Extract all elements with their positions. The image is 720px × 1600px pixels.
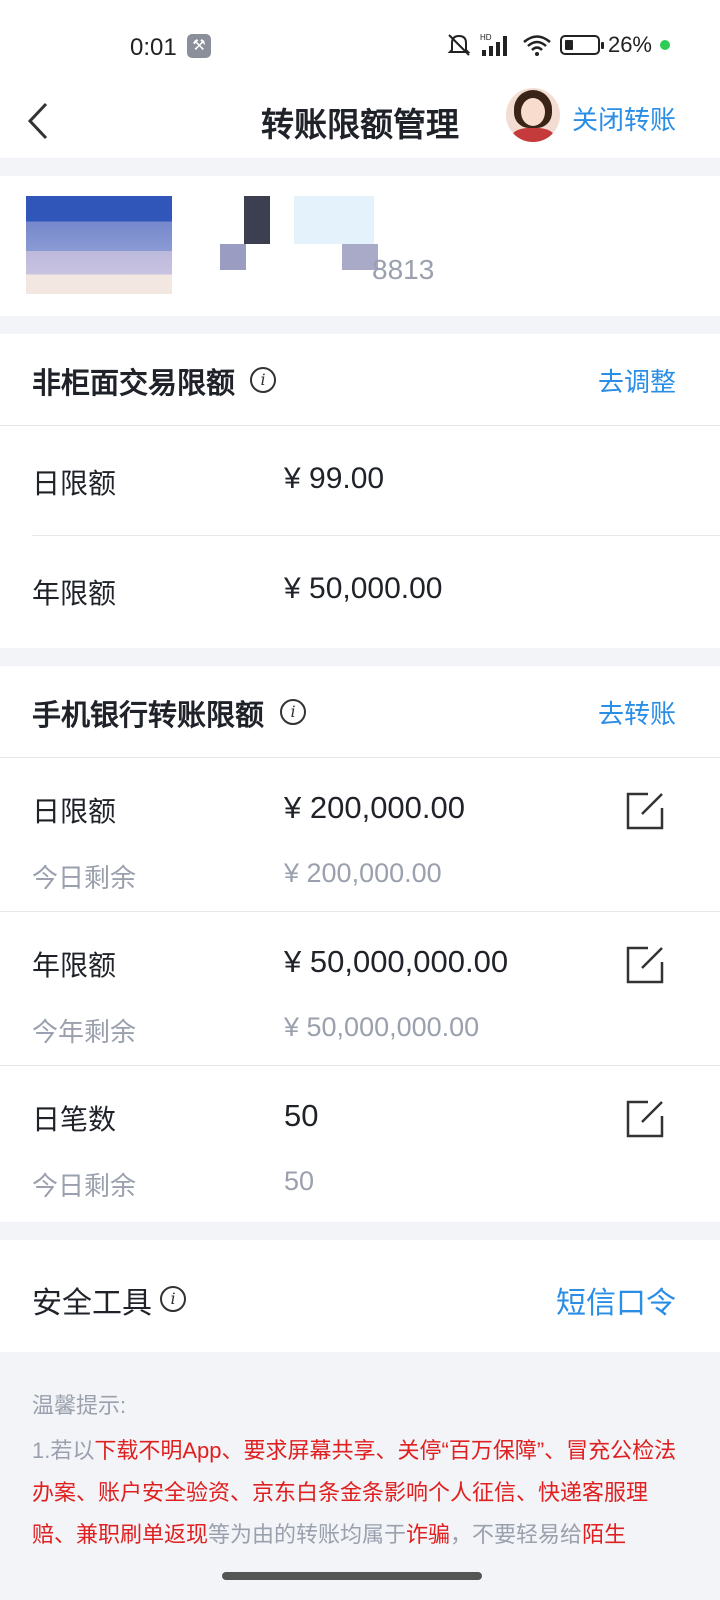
row-remaining-label: 今日剩余 (32, 863, 137, 893)
wifi-icon (523, 35, 551, 56)
row-remaining-label: 今日剩余 (32, 1171, 137, 1201)
mobile-yearly-row: 年限额 ¥ 50,000,000.00 今年剩余 ¥ 50,000,000.00 (0, 912, 720, 1066)
info-icon[interactable]: i (250, 367, 276, 393)
fraud-word: 诈骗 (406, 1522, 451, 1547)
bank-logo-blurred (26, 196, 172, 294)
row-remaining-value: ¥ 200,000.00 (284, 858, 442, 888)
row-value: 50 (284, 1098, 319, 1133)
status-bar: 0:01 ⚒ HD 26% (0, 0, 720, 88)
row-label: 年限额 (32, 950, 117, 981)
security-tools-title: 安全工具 (32, 1287, 152, 1320)
account-name-blurred (244, 196, 270, 244)
signal-icon: HD (480, 33, 507, 56)
tips-body: 1.若以下载不明App、要求屏幕共享、关停“百万保障”、冒充公检法办案、账户安全… (32, 1438, 677, 1547)
close-transfer-link[interactable]: 关闭转账 (572, 100, 676, 137)
wrench-icon: ⚒ (187, 34, 211, 58)
nav-bar: 转账限额管理 关闭转账 (0, 88, 720, 158)
sms-password-link[interactable]: 短信口令 (556, 1278, 676, 1322)
row-remaining-value: 50 (284, 1166, 315, 1196)
account-number-tail: 8813 (372, 254, 435, 285)
mute-bell-icon (447, 34, 471, 56)
row-remaining-value: ¥ 50,000,000.00 (284, 1012, 480, 1042)
counter-daily-row: 日限额 ¥ 99.00 (0, 426, 720, 536)
row-label: 年限额 (32, 578, 117, 609)
row-label: 日限额 (32, 468, 117, 499)
edit-icon[interactable] (624, 1098, 666, 1140)
info-icon[interactable]: i (280, 699, 306, 725)
mobile-limit-card: 手机银行转账限额 i 去转账 日限额 ¥ 200,000.00 今日剩余 ¥ 2… (0, 666, 720, 1222)
row-remaining-label: 今年剩余 (32, 1017, 137, 1047)
counter-limit-header: 非柜面交易限额 i 去调整 (0, 334, 720, 426)
status-right: HD 26% (446, 30, 670, 60)
row-value: ¥ 200,000.00 (284, 790, 466, 825)
charging-dot (660, 40, 670, 50)
account-card[interactable]: 8813 (0, 176, 720, 316)
row-label: 日限额 (32, 796, 117, 827)
tips-title: 温馨提示: (32, 1393, 127, 1418)
svg-text:HD: HD (480, 33, 492, 42)
edit-icon[interactable] (624, 790, 666, 832)
counter-yearly-row: 年限额 ¥ 50,000.00 (0, 536, 720, 646)
row-value: ¥ 99.00 (284, 462, 385, 495)
battery-percent: 26% (607, 32, 652, 57)
go-transfer-link[interactable]: 去转账 (598, 694, 676, 731)
row-value: ¥ 50,000,000.00 (284, 944, 509, 979)
counter-limit-title: 非柜面交易限额 (32, 368, 236, 400)
assistant-avatar[interactable] (506, 88, 560, 142)
battery-icon (559, 35, 604, 55)
security-tools-row: 安全工具 i 短信口令 (0, 1240, 720, 1352)
home-indicator[interactable] (222, 1572, 482, 1580)
mobile-limit-header: 手机银行转账限额 i 去转账 (0, 666, 720, 758)
tips-section: 温馨提示: 1.若以下载不明App、要求屏幕共享、关停“百万保障”、冒充公检法办… (0, 1352, 720, 1600)
row-label: 日笔数 (32, 1104, 117, 1135)
info-icon[interactable]: i (160, 1286, 186, 1312)
edit-icon[interactable] (624, 944, 666, 986)
mobile-count-row: 日笔数 50 今日剩余 50 (0, 1066, 720, 1220)
counter-limit-card: 非柜面交易限额 i 去调整 日限额 ¥ 99.00 年限额 ¥ 50,000.0… (0, 334, 720, 648)
status-time: 0:01 (130, 34, 177, 61)
mobile-daily-row: 日限额 ¥ 200,000.00 今日剩余 ¥ 200,000.00 (0, 758, 720, 912)
mobile-limit-title: 手机银行转账限额 (32, 700, 265, 732)
row-value: ¥ 50,000.00 (284, 572, 443, 605)
adjust-limit-link[interactable]: 去调整 (598, 362, 676, 399)
